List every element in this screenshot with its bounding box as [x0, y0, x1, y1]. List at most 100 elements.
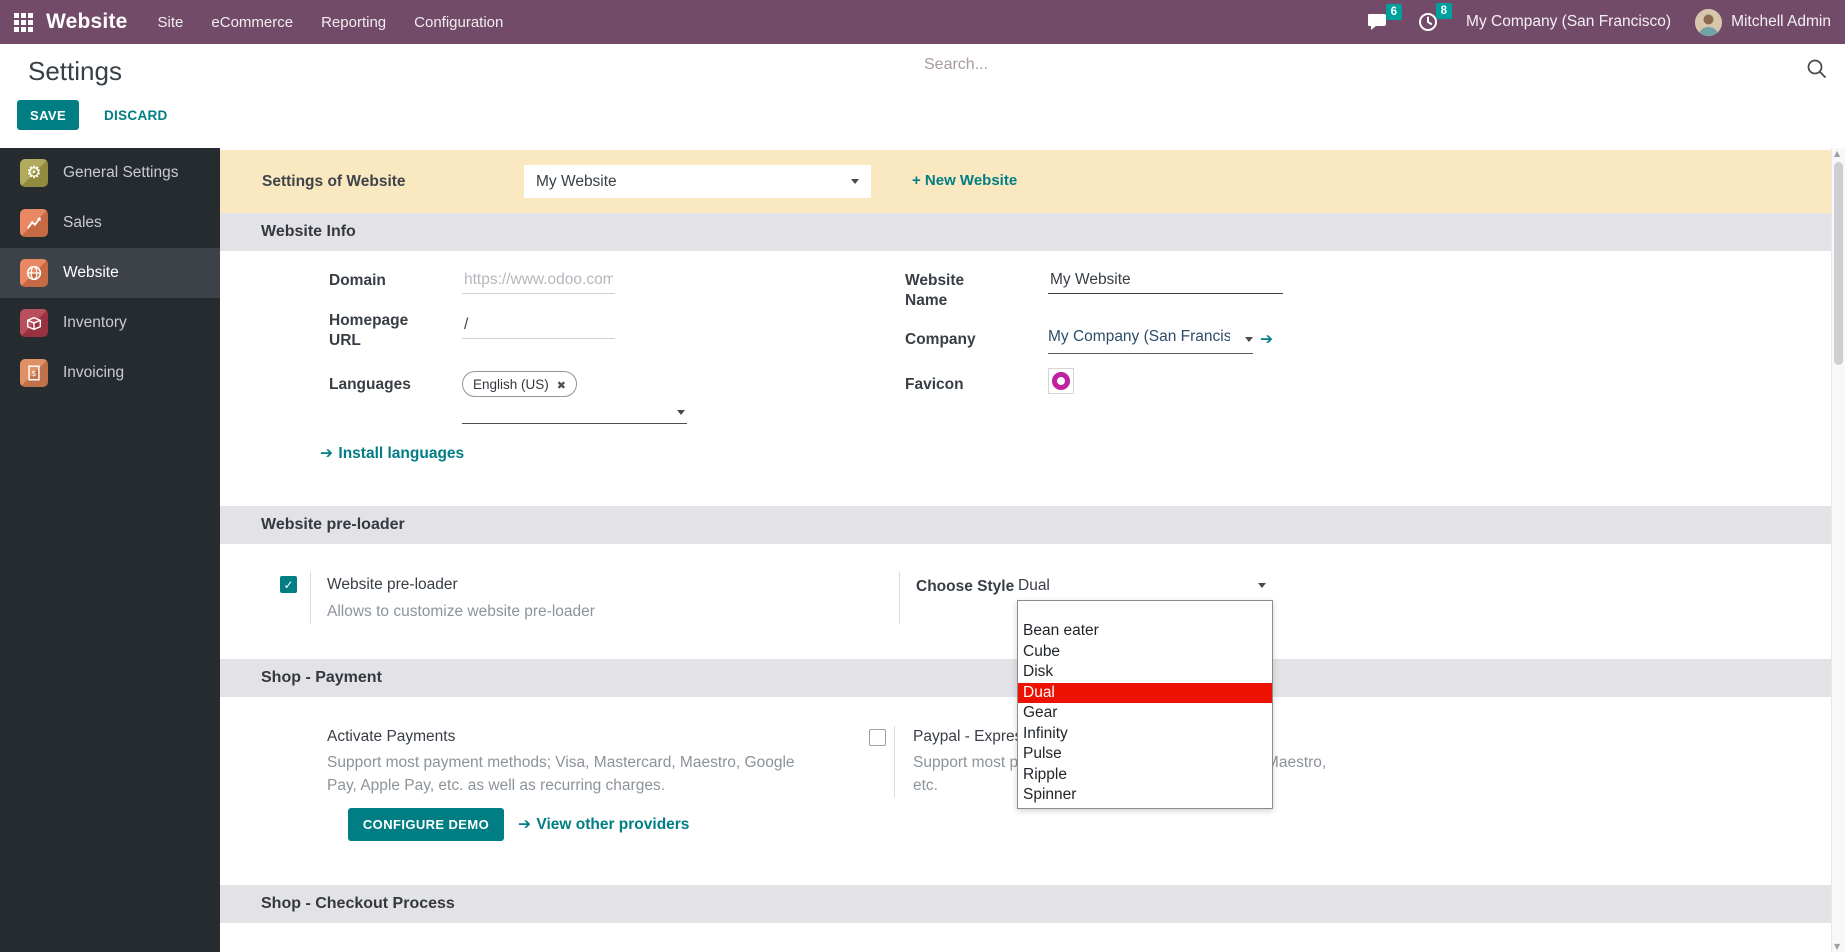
sidebar-item-label: Website	[63, 264, 119, 281]
nav-item-reporting[interactable]: Reporting	[321, 14, 386, 31]
activities-count-badge: 8	[1435, 3, 1453, 19]
sidebar-item-general-settings[interactable]: ⚙ General Settings	[0, 148, 220, 198]
navbar-right: 6 8 My Company (San Francisco) Mitchell …	[1367, 3, 1831, 36]
settings-page: Website Site eCommerce Reporting Configu…	[0, 0, 1845, 952]
style-option[interactable]: Infinity	[1018, 724, 1272, 745]
style-option[interactable]: Pulse	[1018, 744, 1272, 765]
languages-input[interactable]	[462, 398, 687, 424]
website-preloader-help: Allows to customize website pre-loader	[327, 603, 595, 620]
sidebar-item-sales[interactable]: Sales	[0, 198, 220, 248]
new-website-link[interactable]: + New Website	[912, 172, 1017, 189]
section-shop-checkout: Shop - Checkout Process	[220, 885, 1831, 923]
setting-divider	[310, 572, 311, 624]
configure-demo-button[interactable]: CONFIGURE DEMO	[348, 808, 504, 841]
nav-item-site[interactable]: Site	[158, 14, 184, 31]
homepage-url-input[interactable]	[462, 311, 615, 339]
domain-input[interactable]	[462, 266, 615, 294]
view-other-providers-label: View other providers	[536, 816, 690, 833]
section-title: Shop - Payment	[261, 669, 382, 686]
messages-count-badge: 6	[1385, 3, 1403, 20]
section-website-preloader: Website pre-loader	[220, 506, 1831, 544]
search-input[interactable]	[922, 55, 1522, 75]
style-option-blank[interactable]	[1018, 601, 1272, 621]
website-select[interactable]: My Website	[524, 165, 871, 198]
app-brand[interactable]: Website	[46, 10, 128, 34]
globe-icon	[20, 259, 48, 287]
user-avatar[interactable]	[1695, 8, 1723, 36]
gear-icon: ⚙	[20, 159, 48, 187]
sidebar-item-label: General Settings	[63, 164, 179, 181]
chevron-down-icon	[1245, 337, 1253, 342]
homepage-url-label: Homepage URL	[329, 312, 409, 349]
domain-label: Domain	[329, 272, 386, 289]
section-title: Website pre-loader	[261, 516, 405, 533]
nav-item-configuration[interactable]: Configuration	[414, 14, 503, 31]
sidebar-item-website[interactable]: Website	[0, 248, 220, 298]
setting-divider	[899, 572, 900, 624]
website-select-value: My Website	[536, 172, 617, 190]
section-title: Shop - Checkout Process	[261, 895, 455, 912]
top-navbar: Website Site eCommerce Reporting Configu…	[0, 0, 1845, 44]
style-option[interactable]: Bean eater	[1018, 621, 1272, 642]
view-other-providers-link[interactable]: View other providers	[518, 815, 689, 834]
style-option[interactable]: Cube	[1018, 642, 1272, 663]
activate-payments-help: Support most payment methods; Visa, Mast…	[327, 754, 795, 794]
choose-style-select[interactable]: Dual	[1018, 577, 1268, 595]
company-label: Company	[905, 331, 976, 348]
nav-item-ecommerce[interactable]: eCommerce	[211, 14, 293, 31]
nav-menu: Site eCommerce Reporting Configuration	[158, 14, 504, 31]
box-icon	[20, 309, 48, 337]
install-languages-link[interactable]: Install languages	[320, 444, 464, 463]
scrollbar-thumb[interactable]	[1834, 162, 1843, 365]
sidebar-item-inventory[interactable]: Inventory	[0, 298, 220, 348]
favicon-image	[1052, 372, 1070, 390]
company-switcher[interactable]: My Company (San Francisco)	[1466, 13, 1671, 31]
scroll-down-icon[interactable]: ▼	[1834, 942, 1840, 951]
style-option[interactable]: Disk	[1018, 662, 1272, 683]
favicon-upload[interactable]	[1048, 368, 1074, 394]
language-tag-label: English (US)	[473, 376, 549, 392]
language-tag[interactable]: English (US)	[462, 371, 577, 397]
avatar-image	[1695, 8, 1723, 36]
search-icon[interactable]	[1806, 58, 1828, 80]
website-preloader-setting-label: Website pre-loader	[327, 576, 458, 593]
apps-grid-icon[interactable]	[14, 12, 33, 32]
remove-language-icon[interactable]	[557, 377, 566, 392]
svg-text:$: $	[31, 368, 36, 378]
sidebar-item-invoicing[interactable]: $ Invoicing	[0, 348, 220, 398]
setting-divider	[894, 726, 895, 798]
chevron-down-icon	[677, 410, 685, 415]
website-preloader-checkbox[interactable]	[280, 576, 297, 593]
website-name-label: Website Name	[905, 272, 965, 309]
settings-of-website-label: Settings of Website	[262, 172, 406, 190]
invoice-icon: $	[20, 359, 48, 387]
page-title: Settings	[28, 56, 122, 86]
website-selector-banner: Settings of Website My Website + New Web…	[220, 150, 1831, 213]
install-languages-label: Install languages	[338, 445, 465, 462]
company-internal-link-icon[interactable]	[1260, 330, 1273, 348]
company-select[interactable]: My Company (San Francis	[1048, 328, 1253, 354]
paypal-checkbox[interactable]	[869, 729, 886, 746]
chat-bubble-icon	[1368, 13, 1387, 30]
company-select-value: My Company (San Francis	[1048, 328, 1230, 345]
sidebar-item-label: Inventory	[63, 314, 127, 331]
style-option[interactable]: Ripple	[1018, 765, 1272, 786]
sidebar-item-label: Sales	[63, 214, 102, 231]
paypal-help-line2: etc.	[913, 777, 938, 794]
activities-button[interactable]: 8	[1418, 3, 1453, 32]
style-option-selected[interactable]: Dual	[1018, 682, 1272, 703]
section-title: Website Info	[261, 223, 356, 240]
user-menu[interactable]: Mitchell Admin	[1731, 13, 1831, 31]
activate-payments-label: Activate Payments	[327, 728, 456, 745]
chevron-down-icon	[1258, 583, 1266, 588]
vertical-scrollbar[interactable]: ▲ ▼	[1831, 148, 1845, 952]
scroll-up-icon[interactable]: ▲	[1834, 149, 1840, 158]
style-option[interactable]: Gear	[1018, 703, 1272, 724]
save-button[interactable]: SAVE	[17, 100, 80, 130]
discard-button[interactable]: DISCARD	[98, 107, 174, 124]
website-name-input[interactable]	[1048, 266, 1283, 294]
messages-button[interactable]: 6	[1367, 3, 1403, 32]
favicon-label: Favicon	[905, 376, 964, 393]
settings-sidebar: ⚙ General Settings Sales Website Invento…	[0, 148, 220, 952]
style-option[interactable]: Spinner	[1018, 785, 1272, 806]
